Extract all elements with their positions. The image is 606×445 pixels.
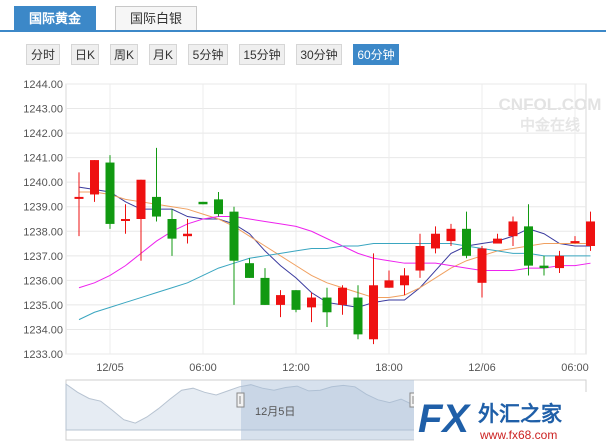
candle-body [431, 233, 440, 249]
candle-body [260, 277, 270, 305]
candle-body [524, 226, 533, 266]
fx68-logo: FX 外汇之家 www.fx68.com [414, 392, 606, 445]
watermark-bottom: 中金在线 [520, 116, 580, 134]
candle-body [353, 297, 363, 335]
y-tick-label: 1240.00 [23, 177, 63, 189]
candlestick-chart: CNFOL.COM 中金在线 1244.00 1243.00 1242.00 1241… [23, 79, 606, 445]
candle-body [400, 275, 409, 286]
y-tick-label: 1238.00 [23, 226, 63, 238]
x-tick-label: 06:00 [189, 362, 217, 374]
candle-body [415, 246, 425, 271]
candle-body [446, 228, 456, 242]
y-tick-label: 1242.00 [23, 128, 63, 140]
candle-body [307, 297, 316, 308]
y-tick-label: 1235.00 [23, 300, 63, 312]
y-tick-label: 1236.00 [23, 275, 63, 287]
x-tick-label: 12/05 [96, 362, 124, 374]
candle-body [152, 196, 161, 217]
candle-body [291, 290, 301, 310]
y-tick-label: 1244.00 [23, 79, 63, 91]
candle-body [198, 201, 208, 205]
candle-body [121, 219, 130, 221]
candle-body [74, 196, 84, 199]
candle [198, 201, 208, 205]
watermark-top: CNFOL.COM [499, 95, 602, 114]
candle-body [369, 285, 378, 340]
y-tick-label: 1237.00 [23, 251, 63, 263]
y-axis-labels: 1244.00 1243.00 1242.00 1241.00 1240.00 1239.… [23, 79, 63, 361]
candle-body [586, 221, 595, 246]
logo-brand: FX [418, 397, 471, 441]
candle-body [338, 287, 347, 305]
x-tick-label: 18:00 [375, 362, 403, 374]
candle-body [276, 295, 285, 305]
candle-body [539, 265, 549, 269]
candle [291, 290, 301, 313]
candle-body [183, 233, 192, 237]
y-tick-label: 1233.00 [23, 349, 63, 361]
candle-body [570, 241, 580, 244]
logo-cn: 外汇之家 [478, 402, 563, 426]
candle-body [477, 248, 487, 283]
y-tick-label: 1243.00 [23, 104, 63, 116]
candle [586, 211, 595, 251]
x-tick-label: 12/06 [468, 362, 496, 374]
candle-body [167, 219, 177, 239]
y-tick-label: 1241.00 [23, 153, 63, 165]
candle-body [214, 199, 223, 215]
candle-body [229, 211, 239, 261]
y-tick-label: 1239.00 [23, 202, 63, 214]
candle-body [555, 255, 564, 269]
x-tick-label: 12:00 [282, 362, 310, 374]
candle-body [136, 179, 146, 219]
x-tick-label: 06:00 [561, 362, 589, 374]
candle-body [105, 162, 115, 224]
candle-body [245, 263, 254, 278]
candle-body [462, 228, 471, 256]
navigator-date-label: 12月5日 [255, 406, 295, 418]
candle-body [384, 280, 394, 288]
y-tick-label: 1234.00 [23, 324, 63, 336]
candle-body [493, 238, 502, 244]
x-axis-labels: 12/05 06:00 12:00 18:00 12/06 06:00 [96, 362, 589, 374]
candle-body [90, 160, 99, 195]
logo-url: www.fx68.com [479, 428, 557, 442]
candle-body [322, 297, 332, 313]
candle [105, 155, 115, 229]
candle-body [508, 221, 518, 237]
